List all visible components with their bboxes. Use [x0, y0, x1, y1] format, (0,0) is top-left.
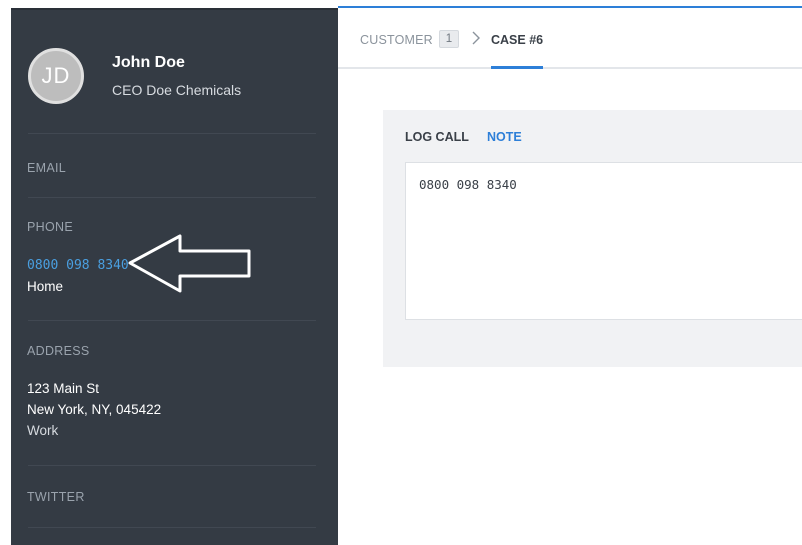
contact-sidebar: JD John Doe CEO Doe Chemicals EMAIL PHON… [0, 0, 338, 545]
divider [28, 197, 316, 198]
address-street: 123 Main St [27, 381, 100, 396]
note-textarea[interactable]: 0800 098 8340 [405, 162, 802, 320]
phone-number-link[interactable]: 0800 098 8340 [27, 258, 129, 273]
divider [28, 133, 316, 134]
divider [28, 320, 316, 321]
chevron-right-icon [472, 31, 480, 45]
contact-name: John Doe [112, 54, 185, 71]
breadcrumb: CUSTOMER 1 CASE #6 [338, 8, 802, 69]
composer-panel: LOG CALL NOTE 0800 098 8340 [383, 110, 802, 367]
phone-type: Home [27, 279, 64, 294]
breadcrumb-case[interactable]: CASE #6 [491, 33, 543, 47]
breadcrumb-customer[interactable]: CUSTOMER [360, 33, 433, 47]
divider [28, 465, 316, 466]
tab-log-call[interactable]: LOG CALL [405, 130, 469, 144]
divider [28, 527, 316, 528]
address-section-label: ADDRESS [27, 344, 90, 358]
address-city: New York, NY, 045422 [27, 402, 162, 417]
twitter-section-label: TWITTER [27, 490, 85, 504]
arrow-left-annotation [128, 234, 251, 293]
avatar: JD [28, 48, 84, 104]
address-type: Work [27, 423, 59, 438]
email-section-label: EMAIL [27, 161, 67, 175]
main-content: LOG CALL NOTE 0800 098 8340 [338, 69, 802, 545]
phone-section-label: PHONE [27, 220, 73, 234]
tab-note[interactable]: NOTE [487, 130, 522, 144]
customer-count-badge: 1 [439, 30, 459, 48]
contact-title: CEO Doe Chemicals [112, 82, 242, 98]
